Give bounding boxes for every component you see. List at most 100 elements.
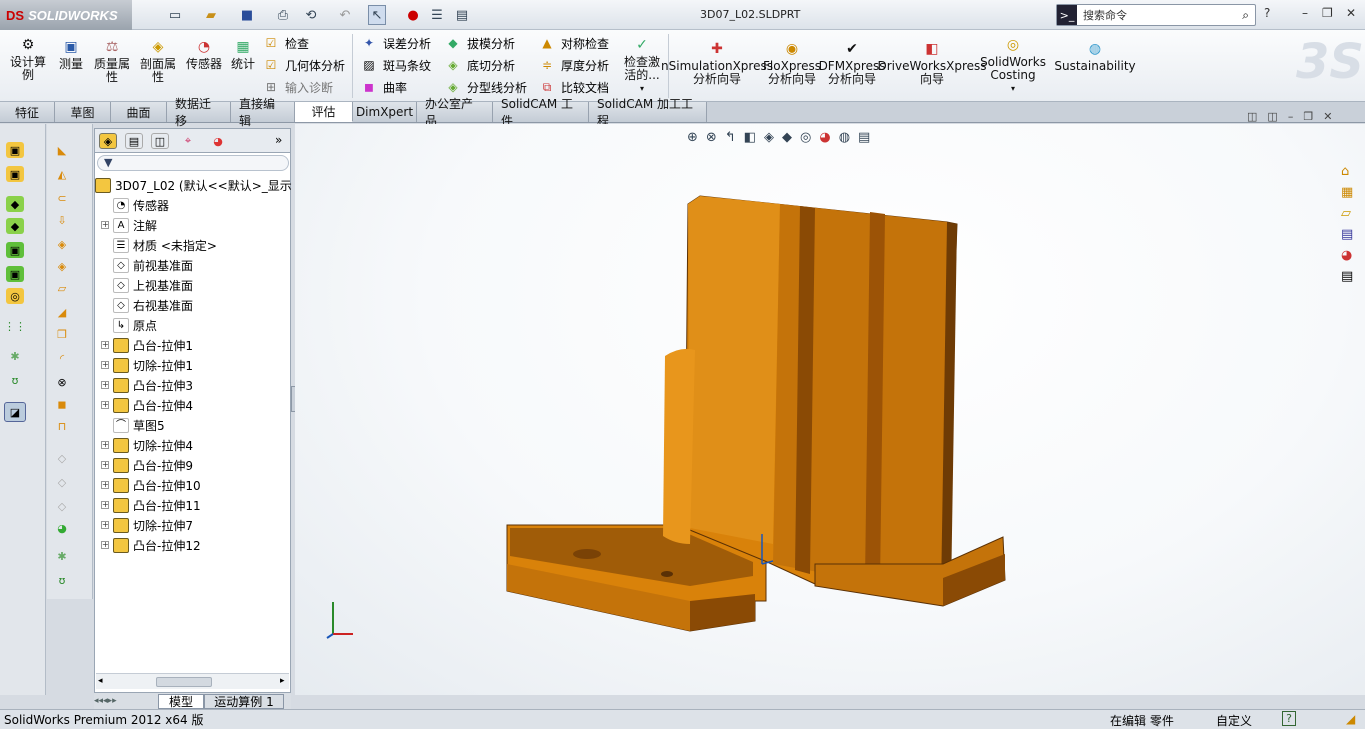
- tree-item[interactable]: + 凸台-拉伸10: [101, 475, 201, 495]
- scroll-thumb[interactable]: [156, 677, 212, 687]
- curvature-button[interactable]: ◼ 曲率: [360, 76, 431, 98]
- expand-toggle-icon[interactable]: +: [101, 341, 109, 349]
- curves-icon[interactable]: ʊ: [6, 372, 24, 388]
- tree-item[interactable]: ↳ 原点: [101, 315, 157, 335]
- property-manager-icon[interactable]: ▤: [125, 133, 143, 149]
- tab-data-migration[interactable]: 数据迁移: [167, 97, 231, 128]
- solidworks-resources-icon[interactable]: ⌂: [1341, 164, 1353, 179]
- new-document-icon[interactable]: ▭: [164, 5, 186, 25]
- symmetry-check-button[interactable]: ▲ 对称检查: [538, 32, 609, 54]
- tree-item[interactable]: + 切除-拉伸4: [101, 435, 193, 455]
- undercut-analysis-button[interactable]: ◈ 底切分析: [444, 54, 527, 76]
- linear-pattern-icon[interactable]: ⋮⋮: [4, 318, 26, 334]
- tree-horizontal-scrollbar[interactable]: ◂ ▸: [96, 673, 289, 689]
- units-selector[interactable]: 自定义: [1216, 712, 1252, 729]
- expand-toggle-icon[interactable]: +: [101, 441, 109, 449]
- section-properties-button[interactable]: ◈ 剖面属性: [138, 38, 178, 84]
- tab-evaluate[interactable]: 评估: [295, 102, 353, 122]
- expand-toggle-icon[interactable]: +: [101, 481, 109, 489]
- tab-features[interactable]: 特征: [0, 102, 55, 122]
- wrap-icon[interactable]: ◈: [53, 258, 71, 274]
- tree-item[interactable]: ◇ 上视基准面: [101, 275, 193, 295]
- curve-pattern-icon[interactable]: ◇: [53, 498, 71, 514]
- mass-properties-button[interactable]: ⚖ 质量属性: [92, 38, 132, 84]
- tab-nav-arrows-icon[interactable]: ◂◂◂▸▸: [94, 696, 158, 706]
- expand-toggle-icon[interactable]: +: [101, 401, 109, 409]
- tree-item[interactable]: + 凸台-拉伸11: [101, 495, 201, 515]
- expand-toggle-icon[interactable]: +: [101, 521, 109, 529]
- expand-toggle-icon[interactable]: +: [101, 221, 109, 229]
- viewport-tile-icon[interactable]: ◫: [1267, 110, 1277, 123]
- tree-item[interactable]: ◔ 传感器: [101, 195, 169, 215]
- tab-direct-editing[interactable]: 直接编辑: [231, 97, 295, 128]
- search-input[interactable]: 搜索命令: [1083, 7, 1242, 23]
- solidworks-logo[interactable]: DS SOLIDWORKS: [0, 0, 132, 30]
- boundary-icon[interactable]: ▣: [6, 242, 24, 258]
- close-icon[interactable]: ✕: [1346, 6, 1356, 20]
- tree-root[interactable]: 3D07_L02 (默认<<默认>_显示: [95, 175, 292, 195]
- search-commands-box[interactable]: >_ 搜索命令 ⌕: [1056, 4, 1256, 26]
- reference-point-icon[interactable]: ✱: [53, 548, 71, 564]
- search-icon[interactable]: ⌕: [1242, 8, 1249, 23]
- check-button[interactable]: ☑ 检查: [262, 32, 345, 54]
- viewport-minimize-icon[interactable]: –: [1288, 110, 1294, 123]
- delete-face-icon[interactable]: ⊗: [53, 374, 71, 390]
- zebra-stripes-button[interactable]: ▨ 斑马条纹: [360, 54, 431, 76]
- draft-icon[interactable]: ⇩: [53, 212, 71, 228]
- customize-icon[interactable]: ▤: [452, 5, 472, 25]
- split-icon[interactable]: ◼: [53, 396, 71, 412]
- sensor-button[interactable]: ◔ 传感器: [184, 38, 224, 71]
- minimize-icon[interactable]: –: [1302, 6, 1308, 20]
- feature-manager-icon[interactable]: ◈: [99, 133, 117, 149]
- appearances-icon[interactable]: ◕: [1341, 248, 1353, 263]
- scroll-right-icon[interactable]: ▸: [280, 676, 285, 686]
- restore-icon[interactable]: ❐: [1322, 6, 1333, 20]
- design-study-button[interactable]: ⚙ 设计算例: [6, 36, 50, 82]
- driveworks-xpress-button[interactable]: ◧ DriveWorksXpress 向导: [877, 40, 986, 86]
- sustainability-button[interactable]: ◍ Sustainability: [1054, 40, 1135, 73]
- design-library-icon[interactable]: ▦: [1341, 185, 1353, 200]
- rebuild-status-icon[interactable]: ◢: [1346, 712, 1355, 726]
- viewport-close-icon[interactable]: ✕: [1323, 110, 1332, 123]
- simulation-xpress-button[interactable]: ✚ nSimulationXpress 分析向导: [661, 40, 773, 86]
- display-manager-icon[interactable]: ◕: [209, 133, 227, 149]
- shell-icon[interactable]: ◈: [53, 236, 71, 252]
- tree-item[interactable]: + 凸台-拉伸9: [101, 455, 193, 475]
- expand-toggle-icon[interactable]: +: [101, 381, 109, 389]
- thickness-analysis-button[interactable]: ≑ 厚度分析: [538, 54, 609, 76]
- tree-filter-box[interactable]: ▼: [97, 155, 289, 171]
- help-status-icon[interactable]: ?: [1282, 711, 1296, 726]
- hole-wizard-icon[interactable]: ◎: [6, 288, 24, 304]
- rebuild-icon[interactable]: ⟲: [300, 5, 322, 25]
- tree-item[interactable]: ◇ 右视基准面: [101, 295, 193, 315]
- geometry-analysis-button[interactable]: ☑ 几何体分析: [262, 54, 345, 76]
- print-icon[interactable]: ⎙: [272, 5, 294, 25]
- tree-item[interactable]: + A 注解: [101, 215, 157, 235]
- tree-item[interactable]: ☰ 材质 <未指定>: [101, 235, 217, 255]
- extrude-boss-icon[interactable]: ▣: [6, 142, 24, 158]
- measure-button[interactable]: ▣ 测量: [56, 38, 86, 71]
- graphics-viewport[interactable]: ⊕ ⊗ ↰ ◧ ◈ ◆ ◎ ◕ ◍ ▤ ◫ ◫ – ❐ ✕ ⌂ ▦ ▱ ▤ ◕ …: [295, 110, 1365, 695]
- loft-icon[interactable]: ◆: [6, 218, 24, 234]
- select-pointer-icon[interactable]: ↖: [368, 5, 386, 25]
- dome-icon[interactable]: ▱: [53, 280, 71, 296]
- instant3d-icon[interactable]: ◪: [4, 402, 26, 422]
- move-face-icon[interactable]: ⊓: [53, 418, 71, 434]
- cut-icon[interactable]: ▣: [6, 266, 24, 282]
- configuration-manager-icon[interactable]: ◫: [151, 133, 169, 149]
- rib-icon[interactable]: ⊂: [53, 190, 71, 206]
- open-folder-icon[interactable]: ▰: [200, 5, 222, 25]
- part-model[interactable]: [295, 124, 1365, 695]
- fillet-icon[interactable]: ◣: [53, 142, 71, 158]
- viewport-split-icon[interactable]: ◫: [1247, 110, 1257, 123]
- options-icon[interactable]: ☰: [428, 5, 446, 25]
- check-active-button[interactable]: ✓ 检查激活的... ▾: [622, 36, 662, 95]
- tab-sketch[interactable]: 草图: [55, 102, 111, 122]
- dfm-xpress-button[interactable]: ✔ DFMXpress 分析向导: [819, 40, 886, 86]
- flo-xpress-button[interactable]: ◉ FloXpress 分析向导: [763, 40, 821, 86]
- custom-properties-icon[interactable]: ▤: [1341, 269, 1353, 284]
- helix-icon[interactable]: ʊ: [53, 572, 71, 588]
- revolve-icon[interactable]: ▣: [6, 166, 24, 182]
- tab-surfaces[interactable]: 曲面: [111, 102, 167, 122]
- tree-item[interactable]: + 凸台-拉伸4: [101, 395, 193, 415]
